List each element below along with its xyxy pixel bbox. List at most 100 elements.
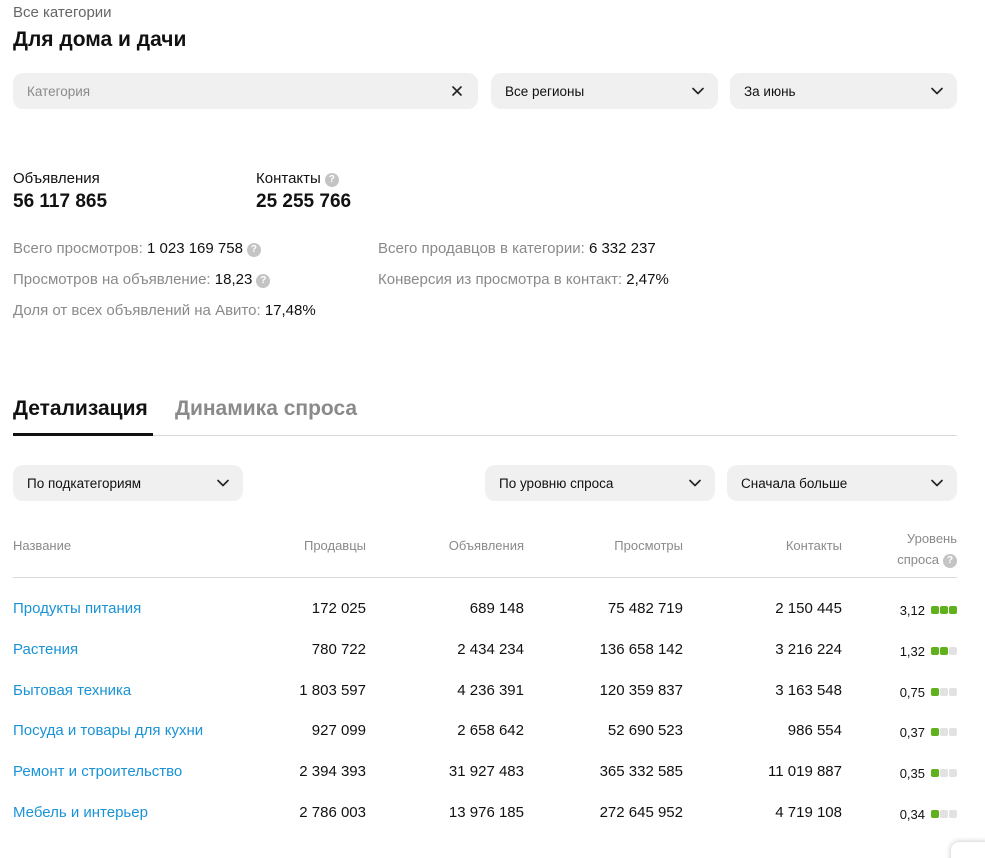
chevron-down-icon	[217, 477, 229, 489]
subcategory-link[interactable]: Ремонт и строительство	[13, 763, 182, 780]
demand-level-dot	[931, 769, 939, 777]
cell-sellers: 927 099	[311, 722, 366, 739]
cell-contacts: 986 554	[787, 722, 842, 739]
demand-level-dot	[949, 647, 957, 655]
demand-indicator: 0,75	[900, 682, 957, 702]
tab-demand-dynamics[interactable]: Динамика спроса	[175, 397, 357, 421]
demand-level-dot	[940, 606, 948, 614]
conversion-value: 2,47%	[626, 271, 669, 288]
column-header-ads: Объявления	[448, 538, 524, 553]
total-sellers-label: Всего продавцов в категории:	[378, 240, 585, 257]
help-icon[interactable]: ?	[256, 273, 271, 288]
cell-contacts: 3 163 548	[775, 682, 842, 699]
breadcrumb[interactable]: Все категории	[13, 4, 112, 21]
ads-label: Объявления	[13, 170, 100, 187]
demand-level-dot	[949, 769, 957, 777]
total-sellers: Всего продавцов в категории: 6 332 237	[378, 240, 656, 257]
total-views-label: Всего просмотров:	[13, 240, 143, 257]
share-label: Доля от всех объявлений на Авито:	[13, 302, 261, 319]
subcategory-link[interactable]: Мебель и интерьер	[13, 804, 148, 821]
cell-ads: 2 434 234	[457, 641, 524, 658]
cell-views: 120 359 837	[599, 682, 683, 699]
ads-value: 56 117 865	[13, 191, 108, 212]
cell-sellers: 2 394 393	[299, 763, 366, 780]
cell-ads: 31 927 483	[448, 763, 524, 780]
help-icon[interactable]: ?	[246, 242, 261, 257]
cell-contacts: 11 019 887	[768, 763, 842, 780]
table-row: Мебель и интерьер 2 786 003 13 976 185 272 …	[13, 804, 957, 828]
column-header-views: Просмотры	[614, 538, 683, 553]
demand-indicator: 1,32	[900, 641, 957, 661]
conversion-label: Конверсия из просмотра в контакт:	[378, 271, 623, 288]
contacts-label-wrap: Контакты?	[256, 170, 339, 187]
demand-level-dot	[949, 810, 957, 818]
category-placeholder: Категория	[27, 83, 91, 99]
period-select-value: За июнь	[744, 83, 796, 99]
total-sellers-value: 6 332 237	[588, 240, 656, 257]
cell-sellers: 172 025	[311, 600, 366, 617]
demand-level-dot	[931, 810, 939, 818]
cell-sellers: 780 722	[311, 641, 366, 658]
cell-views: 272 645 952	[599, 804, 683, 821]
total-views: Всего просмотров: 1 023 169 758?	[13, 240, 261, 257]
table-row: Ремонт и строительство 2 394 393 31 927 48…	[13, 763, 957, 787]
clear-icon[interactable]	[450, 84, 464, 98]
table-row: Растения 780 722 2 434 234 136 658 142 3 216…	[13, 641, 957, 665]
views-per-ad: Просмотров на объявление: 18,23?	[13, 271, 271, 288]
cell-views: 136 658 142	[599, 641, 683, 658]
subcategory-link[interactable]: Растения	[13, 641, 78, 658]
period-select[interactable]: За июнь	[730, 73, 957, 109]
share-value: 17,48%	[264, 302, 316, 319]
sort-order-select[interactable]: Сначала больше	[727, 465, 957, 501]
demand-level-dot	[940, 647, 948, 655]
demand-level-dot	[940, 769, 948, 777]
demand-value: 3,12	[899, 602, 925, 618]
demand-level-dot	[949, 688, 957, 696]
demand-level-dot	[931, 606, 939, 614]
column-header-contacts: Контакты	[785, 538, 842, 553]
chevron-down-icon	[689, 477, 701, 489]
chevron-down-icon	[692, 85, 704, 97]
subcategory-link[interactable]: Посуда и товары для кухни	[13, 722, 203, 739]
total-views-value: 1 023 169 758	[147, 240, 243, 257]
views-per-ad-value: 18,23	[214, 271, 253, 288]
category-input[interactable]: Категория	[13, 73, 478, 109]
region-select-value: Все регионы	[505, 83, 585, 99]
subcategory-link[interactable]: Продукты питания	[13, 600, 141, 617]
demand-indicator: 3,12	[900, 600, 957, 620]
column-header-sellers: Продавцы	[303, 538, 366, 553]
contacts-value: 25 255 766	[256, 191, 352, 212]
cell-views: 365 332 585	[599, 763, 683, 780]
chevron-down-icon	[931, 85, 943, 97]
cell-sellers: 2 786 003	[299, 804, 366, 821]
demand-level-dot	[931, 688, 939, 696]
views-per-ad-label: Просмотров на объявление:	[13, 271, 211, 288]
tab-details[interactable]: Детализация	[13, 397, 148, 421]
sort-by-select[interactable]: По уровню спроса	[485, 465, 715, 501]
chevron-down-icon	[931, 477, 943, 489]
demand-level-dot	[949, 728, 957, 736]
cell-contacts: 2 150 445	[775, 600, 842, 617]
demand-value: 0,35	[899, 765, 925, 781]
region-select[interactable]: Все регионы	[491, 73, 718, 109]
demand-level-dot	[931, 728, 939, 736]
group-by-value: По подкатегориям	[27, 475, 142, 491]
page-title: Для дома и дачи	[13, 28, 187, 51]
help-icon[interactable]: ?	[324, 172, 339, 187]
subcategory-link[interactable]: Бытовая техника	[13, 682, 131, 699]
conversion: Конверсия из просмотра в контакт: 2,47%	[378, 271, 669, 288]
contacts-label: Контакты	[256, 170, 321, 187]
column-header-name: Название	[13, 538, 72, 553]
cell-views: 75 482 719	[607, 600, 683, 617]
cell-contacts: 4 719 108	[775, 804, 842, 821]
column-header-demand-line2: спроса?	[897, 549, 957, 570]
demand-level-dot	[931, 647, 939, 655]
help-icon[interactable]: ?	[943, 553, 957, 568]
group-by-select[interactable]: По подкатегориям	[13, 465, 243, 501]
demand-indicator: 0,34	[900, 804, 957, 824]
demand-level-dot	[940, 728, 948, 736]
cell-ads: 689 148	[469, 600, 524, 617]
cell-views: 52 690 523	[607, 722, 683, 739]
demand-indicator: 0,37	[900, 722, 957, 742]
chat-widget-button[interactable]	[951, 842, 985, 858]
